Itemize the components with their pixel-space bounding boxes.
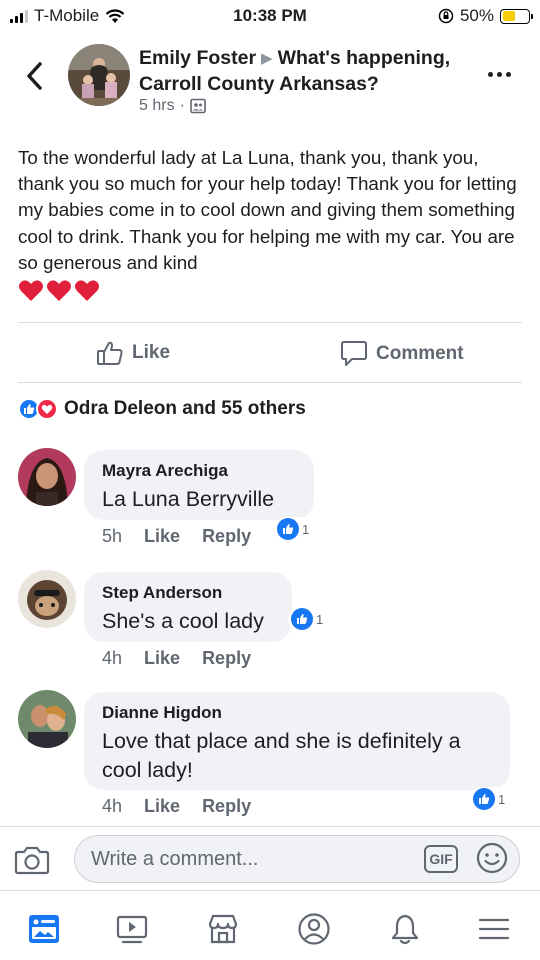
post-actions: Like Comment	[0, 332, 540, 372]
nav-profile[interactable]	[294, 909, 334, 949]
comment-reactions[interactable]: 1	[470, 787, 509, 811]
comment-meta: 5h Like Reply	[102, 526, 251, 547]
nav-watch[interactable]	[112, 909, 152, 949]
post-time[interactable]: 5 hrs	[139, 97, 175, 115]
love-reaction-icon	[36, 398, 58, 420]
comment-button[interactable]: Comment	[340, 340, 540, 367]
emoji-icon[interactable]	[476, 842, 508, 874]
post-header: Emily Foster ▶ What's happening, Carroll C…	[0, 40, 540, 120]
author-avatar[interactable]	[68, 44, 130, 106]
comment-reply-button[interactable]: Reply	[202, 648, 251, 669]
like-reaction-icon	[277, 518, 299, 540]
post-text: To the wonderful lady at La Luna, thank …	[18, 147, 517, 273]
nav-menu[interactable]	[474, 909, 514, 949]
group-audience-icon	[190, 98, 206, 114]
comment-time: 5h	[102, 526, 123, 546]
reactions-summary[interactable]: Odra Deleon and 55 others	[18, 398, 306, 420]
comment-text: Love that place and she is definitely a …	[102, 729, 461, 782]
status-bar: T-Mobile 10:38 PM 50%	[0, 0, 540, 32]
commenter-name[interactable]: Dianne Higdon	[102, 702, 492, 724]
watch-icon	[116, 915, 148, 944]
news-feed-icon	[29, 915, 59, 943]
gif-button[interactable]: GIF	[424, 845, 458, 873]
more-dot-icon	[506, 71, 511, 77]
nav-news-feed[interactable]	[24, 909, 64, 949]
more-options-button[interactable]	[488, 64, 518, 84]
comment-like-button[interactable]: Like	[144, 648, 180, 669]
like-button[interactable]: Like	[96, 340, 170, 366]
comment-meta: 4h Like Reply	[102, 648, 251, 669]
commenter-avatar[interactable]	[18, 448, 76, 506]
comment-composer: GIF	[0, 826, 540, 886]
comment-reply-button[interactable]: Reply	[202, 796, 251, 817]
comment-bubble[interactable]: Mayra Arechiga La Luna Berryville	[84, 450, 314, 520]
post-title: Emily Foster ▶ What's happening, Carroll C…	[139, 46, 489, 96]
menu-icon	[478, 918, 510, 940]
red-heart-icon	[75, 280, 99, 301]
like-reaction-icon	[473, 788, 495, 810]
reactions-text: Odra Deleon and 55 others	[64, 398, 306, 419]
battery-percent: 50%	[459, 6, 494, 25]
notifications-icon	[391, 914, 419, 945]
bottom-nav	[0, 890, 540, 960]
nav-notifications[interactable]	[385, 909, 425, 949]
comment-label: Comment	[376, 342, 464, 364]
comment-time: 4h	[102, 796, 123, 816]
commenter-avatar[interactable]	[18, 690, 76, 748]
comment-reactions[interactable]: 1	[274, 517, 313, 541]
back-icon[interactable]	[20, 58, 50, 94]
comment-like-button[interactable]: Like	[144, 796, 180, 817]
comment-like-button[interactable]: Like	[144, 526, 180, 547]
red-heart-icon	[47, 280, 71, 301]
divider	[18, 322, 522, 323]
commenter-avatar[interactable]	[18, 570, 76, 628]
orientation-lock-icon	[438, 8, 454, 24]
marketplace-icon	[208, 914, 238, 944]
camera-icon[interactable]	[14, 844, 50, 876]
status-right: 50%	[438, 6, 533, 26]
comment-icon	[341, 341, 367, 366]
more-dot-icon	[497, 71, 502, 77]
profile-icon	[298, 913, 330, 945]
comment-bubble[interactable]: Dianne Higdon Love that place and she is…	[84, 692, 510, 790]
reaction-count: 1	[316, 611, 324, 627]
reaction-count: 1	[498, 791, 506, 807]
battery-icon	[500, 8, 533, 24]
comment-text: La Luna Berryville	[102, 487, 275, 511]
comment-time: 4h	[102, 648, 123, 668]
comment-reactions[interactable]: 1	[288, 607, 327, 631]
thumbs-up-icon	[97, 341, 123, 365]
author-name[interactable]: Emily Foster	[139, 47, 256, 69]
commenter-name[interactable]: Mayra Arechiga	[102, 460, 296, 482]
like-reaction-icon	[291, 608, 313, 630]
divider	[18, 382, 522, 383]
like-label: Like	[132, 342, 171, 363]
comment-text: She's a cool lady	[102, 609, 264, 633]
more-dot-icon	[488, 71, 493, 77]
nav-marketplace[interactable]	[203, 909, 243, 949]
battery-level	[502, 11, 515, 21]
reaction-count: 1	[302, 521, 310, 537]
comment-meta: 4h Like Reply	[102, 796, 251, 817]
hearts-row	[18, 279, 100, 303]
comment-reply-button[interactable]: Reply	[202, 526, 251, 547]
comment-bubble[interactable]: Step Anderson She's a cool lady	[84, 572, 292, 642]
commenter-name[interactable]: Step Anderson	[102, 582, 274, 604]
red-heart-icon	[19, 280, 43, 301]
post-meta: 5 hrs ·	[139, 97, 206, 115]
shared-to-arrow-icon: ▶	[261, 50, 273, 67]
meta-separator: ·	[179, 97, 185, 114]
